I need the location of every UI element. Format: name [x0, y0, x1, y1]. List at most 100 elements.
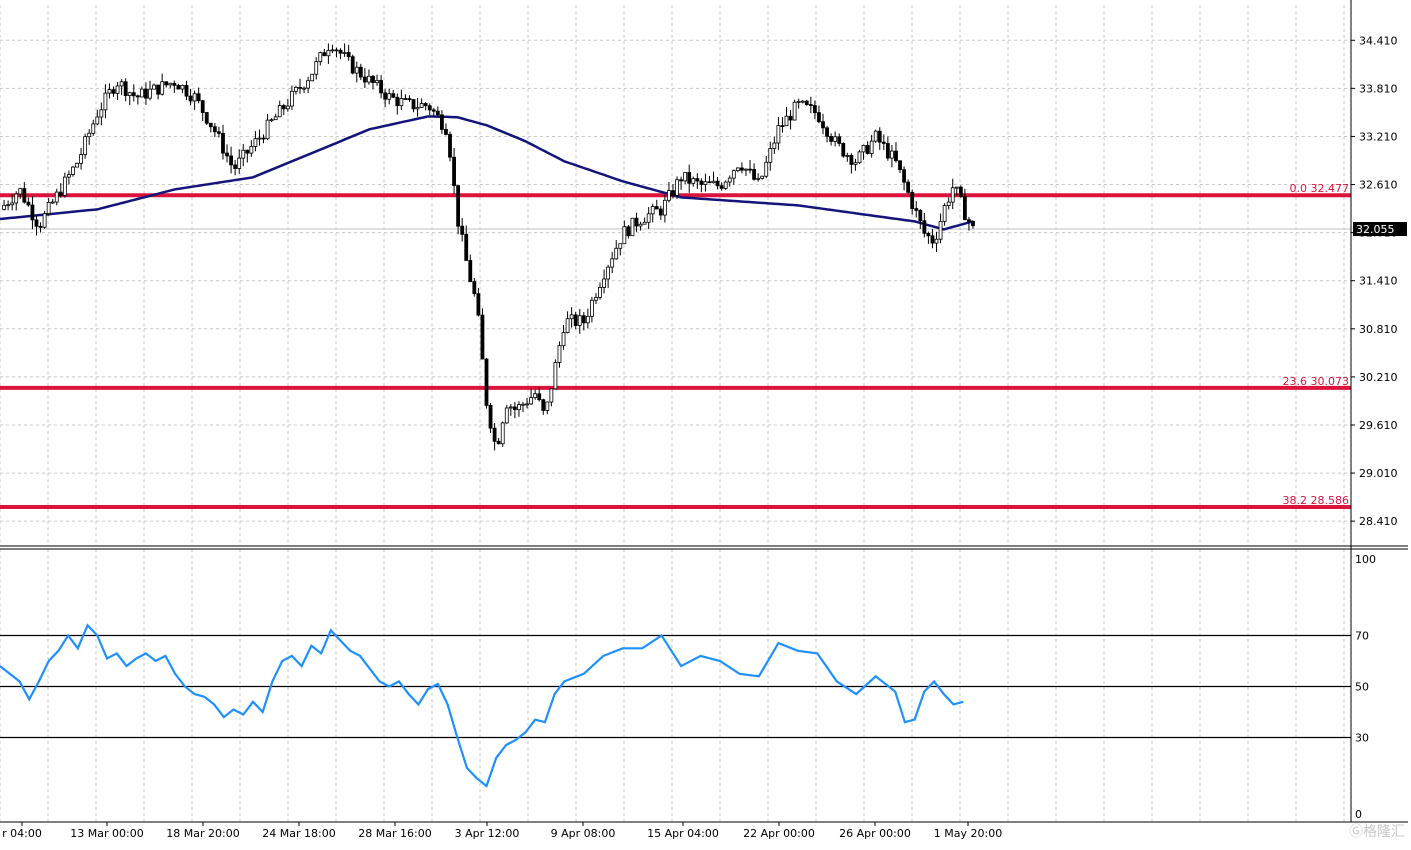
- candle-body: [172, 82, 177, 86]
- candle-body: [910, 191, 915, 209]
- candle-body: [87, 132, 92, 138]
- candle-body: [650, 206, 655, 215]
- oscillator-tick-label: 100: [1355, 553, 1376, 566]
- candle-body: [825, 127, 829, 137]
- candle-body: [257, 137, 262, 140]
- candle-body: [792, 101, 797, 121]
- candle-body: [614, 247, 619, 260]
- candle-body: [160, 81, 165, 95]
- candle-body: [135, 95, 140, 98]
- candle-body: [971, 221, 975, 227]
- candle-body: [918, 209, 923, 222]
- candle-body: [521, 403, 525, 406]
- candle-body: [448, 133, 452, 158]
- candle-body: [744, 168, 748, 171]
- candle-body: [111, 89, 116, 94]
- candle-body: [2, 204, 6, 210]
- candle-body: [954, 186, 959, 189]
- candle-body: [289, 90, 294, 107]
- chart-canvas[interactable]: 0.0 32.477 23.6 30.073 38.2 28.586 100 70 50…: [0, 0, 1411, 845]
- candle-body: [180, 84, 185, 90]
- candle-body: [334, 49, 339, 52]
- candle-body: [152, 84, 156, 90]
- candle-body: [42, 213, 47, 228]
- candle-body: [772, 142, 777, 149]
- candle-body: [387, 93, 392, 100]
- candle-body: [512, 406, 517, 411]
- candle-body: [890, 150, 894, 159]
- candle-body: [500, 422, 505, 445]
- candle-body: [877, 130, 882, 143]
- candle-body: [302, 87, 306, 90]
- candle-body: [294, 86, 298, 92]
- candle-body: [188, 95, 193, 102]
- candle-body: [245, 149, 250, 154]
- candle-body: [598, 287, 602, 298]
- candle-body: [148, 88, 152, 99]
- time-tick-label: 1 May 20:00: [934, 827, 1002, 840]
- candle-body: [330, 49, 335, 52]
- candle-body: [273, 116, 278, 121]
- candle-body: [715, 180, 720, 187]
- candle-body: [622, 226, 627, 245]
- candle-body: [103, 92, 108, 111]
- candle-body: [46, 201, 51, 214]
- candle-body: [934, 238, 939, 244]
- candle-body: [18, 188, 23, 195]
- candle-body: [525, 403, 529, 406]
- candle-body: [602, 278, 606, 288]
- price-tick-label: 30.810: [1359, 323, 1398, 336]
- candle-body: [342, 52, 347, 54]
- candle-body: [662, 199, 667, 216]
- candle-body: [395, 96, 400, 107]
- candle-body: [541, 399, 546, 411]
- candle-body: [346, 52, 351, 58]
- time-tick-label: 26 Apr 00:00: [839, 827, 911, 840]
- candle-body: [962, 196, 967, 221]
- fib-level-label: 0.0 32.477: [1290, 182, 1349, 195]
- candle-body: [464, 233, 469, 261]
- price-tick-label: 32.610: [1359, 179, 1398, 192]
- candle-body: [861, 145, 866, 153]
- candle-body: [930, 235, 935, 244]
- candle-body: [776, 125, 781, 144]
- candle-body: [703, 181, 708, 185]
- candle-body: [492, 427, 497, 442]
- candle-body: [83, 136, 88, 155]
- candle-body: [468, 260, 473, 282]
- candle-body: [476, 293, 481, 316]
- candle-body: [719, 185, 724, 189]
- candle-body: [658, 208, 663, 216]
- candle-body: [75, 162, 79, 168]
- candle-body: [354, 66, 359, 74]
- candle-body: [857, 151, 862, 164]
- candle-body: [926, 232, 931, 237]
- candle-body: [208, 122, 213, 128]
- candle-body: [127, 92, 132, 96]
- time-tick-label: 24 Mar 18:00: [262, 827, 335, 840]
- candle-body: [229, 155, 233, 166]
- candle-body: [26, 201, 31, 206]
- candle-body: [79, 154, 83, 164]
- candle-body: [537, 393, 542, 401]
- candle-body: [675, 179, 679, 196]
- candle-body: [54, 191, 59, 203]
- candle-body: [885, 143, 890, 159]
- price-tick-label: 31.410: [1359, 275, 1398, 288]
- candle-body: [318, 52, 323, 63]
- candle-body: [314, 61, 319, 75]
- candle-body: [845, 155, 850, 157]
- candle-body: [812, 105, 817, 114]
- candle-body: [654, 206, 659, 210]
- candle-body: [873, 130, 878, 142]
- candle-body: [285, 105, 290, 110]
- candle-body: [833, 136, 838, 142]
- chart-window: 0.0 32.477 23.6 30.073 38.2 28.586 100 70 50…: [0, 0, 1411, 845]
- candle-body: [529, 397, 533, 405]
- candle-body: [371, 75, 375, 83]
- candle-body: [804, 100, 809, 105]
- candle-body: [756, 178, 761, 180]
- candle-body: [748, 168, 752, 171]
- candle-body: [894, 150, 898, 162]
- candle-body: [590, 299, 594, 317]
